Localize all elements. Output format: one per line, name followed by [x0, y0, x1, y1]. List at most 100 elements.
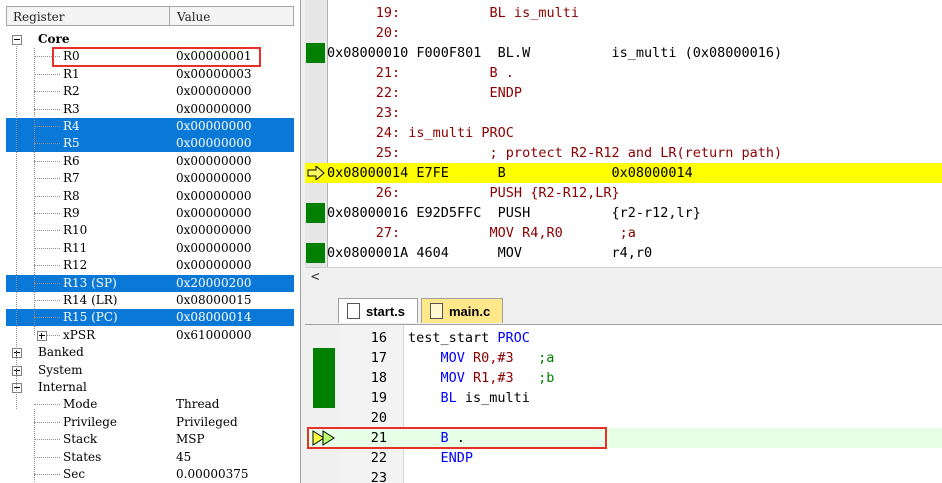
tree-connector	[34, 404, 60, 406]
tree-connector	[34, 421, 60, 423]
register-value: 0x00000000	[176, 101, 252, 116]
collapse-icon[interactable]	[12, 35, 22, 45]
register-row[interactable]: R8 0x00000000	[6, 188, 294, 205]
code-token: ,#3	[489, 350, 514, 366]
code-token: B	[440, 430, 449, 446]
file-icon	[347, 303, 360, 319]
expand-icon[interactable]	[12, 348, 22, 359]
executed-marker	[313, 388, 335, 408]
disassembly-hscrollbar[interactable]: <	[305, 267, 942, 287]
register-value: 0x00000000	[176, 119, 252, 133]
register-row[interactable]: R5 0x00000000	[6, 135, 294, 153]
register-row[interactable]: R10 0x00000000	[6, 222, 294, 239]
register-name: R14 (LR)	[63, 293, 118, 307]
expand-icon[interactable]	[37, 330, 47, 341]
register-row[interactable]: R13 (SP) 0x20000200	[6, 274, 294, 292]
register-row[interactable]: R6 0x00000000	[6, 153, 294, 170]
register-value: Privileged	[176, 414, 238, 429]
tab-label: main.c	[449, 304, 491, 319]
register-value: 0x08000014	[176, 310, 252, 325]
line-code: MOV R1,#3 ;b	[408, 370, 555, 386]
register-row[interactable]: R2 0x00000000	[6, 83, 294, 100]
line-code: MOV R0,#3 ;a	[408, 350, 555, 366]
register-row[interactable]: R12 0x00000000	[6, 257, 294, 274]
register-row[interactable]: R11 0x00000000	[6, 240, 294, 257]
register-row[interactable]: R1 0x00000003	[6, 66, 294, 83]
register-name: R6	[63, 153, 80, 168]
internal-row[interactable]: Stack MSP	[6, 431, 294, 448]
source-line[interactable]: 20:	[305, 23, 942, 43]
code-token: is_multi	[456, 390, 530, 406]
asm-line[interactable]: 0x08000016 E92D5FFC PUSH {r2-r12,lr}	[305, 203, 942, 223]
tree-connector	[34, 317, 60, 319]
editor-line[interactable]: 22 ENDP	[305, 448, 942, 468]
header-divider[interactable]	[169, 7, 170, 25]
line-text: 25: ; protect R2-R12 and LR(return path)	[327, 145, 783, 161]
register-name: R10	[63, 223, 88, 238]
register-name: xPSR	[63, 327, 96, 342]
banked-group[interactable]: Banked	[6, 344, 294, 361]
value-column-header[interactable]: Value	[177, 10, 210, 24]
asm-line[interactable]: 0x08000010 F000F801 BL.W is_multi (0x080…	[305, 43, 942, 63]
collapse-icon[interactable]	[12, 383, 22, 393]
scroll-left-button[interactable]: <	[311, 269, 319, 285]
register-value: 0.00000375	[176, 467, 249, 481]
source-line[interactable]: 23:	[305, 103, 942, 123]
editor-line[interactable]: 17 MOV R0,#3 ;a	[305, 348, 942, 368]
tree-connector	[34, 73, 60, 75]
register-row[interactable]: R0 0x00000001	[6, 48, 294, 65]
register-value: 0x00000000	[176, 153, 252, 168]
editor-line[interactable]: 20	[305, 408, 942, 428]
internal-row[interactable]: Privilege Privileged	[6, 414, 294, 431]
register-name: R1	[63, 66, 80, 81]
code-token: ;b	[513, 370, 555, 386]
internal-row[interactable]: Mode Thread	[6, 396, 294, 413]
source-line[interactable]: 22: ENDP	[305, 83, 942, 103]
tree-connector	[34, 91, 60, 93]
code-editor[interactable]: 16 test_start PROC 17 MOV R0,#3 ;a 18 MOV R…	[305, 325, 942, 483]
code-token: BL	[440, 390, 457, 406]
source-line[interactable]: 21: B .	[305, 63, 942, 83]
tab-start-s[interactable]: start.s	[338, 298, 418, 323]
register-row[interactable]: R14 (LR) 0x08000015	[6, 292, 294, 309]
internal-group[interactable]: Internal	[6, 379, 294, 396]
source-line[interactable]: 19: BL is_multi	[305, 3, 942, 23]
editor-line[interactable]: 16 test_start PROC	[305, 328, 942, 348]
line-code: BL is_multi	[408, 390, 530, 406]
tree-connector	[34, 247, 60, 249]
asm-line[interactable]: 0x08000014 E7FE B 0x08000014	[305, 163, 942, 183]
tree-connector	[34, 409, 35, 483]
register-name: Mode	[63, 397, 98, 412]
register-row[interactable]: R15 (PC) 0x08000014	[6, 309, 294, 327]
source-line[interactable]: 26: PUSH {R2-R12,LR}	[305, 183, 942, 203]
line-text: 0x08000016 E92D5FFC PUSH {r2-r12,lr}	[327, 205, 701, 221]
register-row[interactable]: R9 0x00000000	[6, 205, 294, 222]
code-token: .	[448, 430, 465, 446]
register-value: 0x00000001	[176, 49, 252, 64]
register-row-xpsr[interactable]: xPSR 0x61000000	[6, 327, 294, 344]
editor-line[interactable]: 21 B .	[305, 428, 942, 448]
tab-main-c[interactable]: main.c	[421, 298, 503, 323]
expand-icon[interactable]	[12, 365, 22, 376]
editor-line[interactable]: 18 MOV R1,#3 ;b	[305, 368, 942, 388]
system-group[interactable]: System	[6, 362, 294, 379]
code-token: test_start	[408, 330, 498, 346]
internal-row[interactable]: States 45	[6, 449, 294, 466]
source-line[interactable]: 27: MOV R4,R0 ;a	[305, 223, 942, 243]
editor-line[interactable]: 23	[305, 468, 942, 483]
tree-connector	[34, 108, 60, 110]
core-group[interactable]: Core	[6, 31, 294, 48]
register-row[interactable]: R3 0x00000000	[6, 101, 294, 118]
executed-marker	[306, 243, 325, 263]
source-line[interactable]: 25: ; protect R2-R12 and LR(return path)	[305, 143, 942, 163]
source-line[interactable]: 24: is_multi PROC	[305, 123, 942, 143]
asm-line[interactable]: 0x0800001A 4604 MOV r4,r0	[305, 243, 942, 263]
register-value: MSP	[176, 432, 205, 447]
register-row[interactable]: R7 0x00000000	[6, 170, 294, 187]
register-name: Sec	[63, 467, 86, 481]
register-row[interactable]: R4 0x00000000	[6, 118, 294, 135]
internal-row[interactable]: Sec 0.00000375	[6, 466, 294, 483]
register-name: R2	[63, 84, 80, 99]
register-column-header[interactable]: Register	[13, 10, 64, 24]
editor-line[interactable]: 19 BL is_multi	[305, 388, 942, 408]
